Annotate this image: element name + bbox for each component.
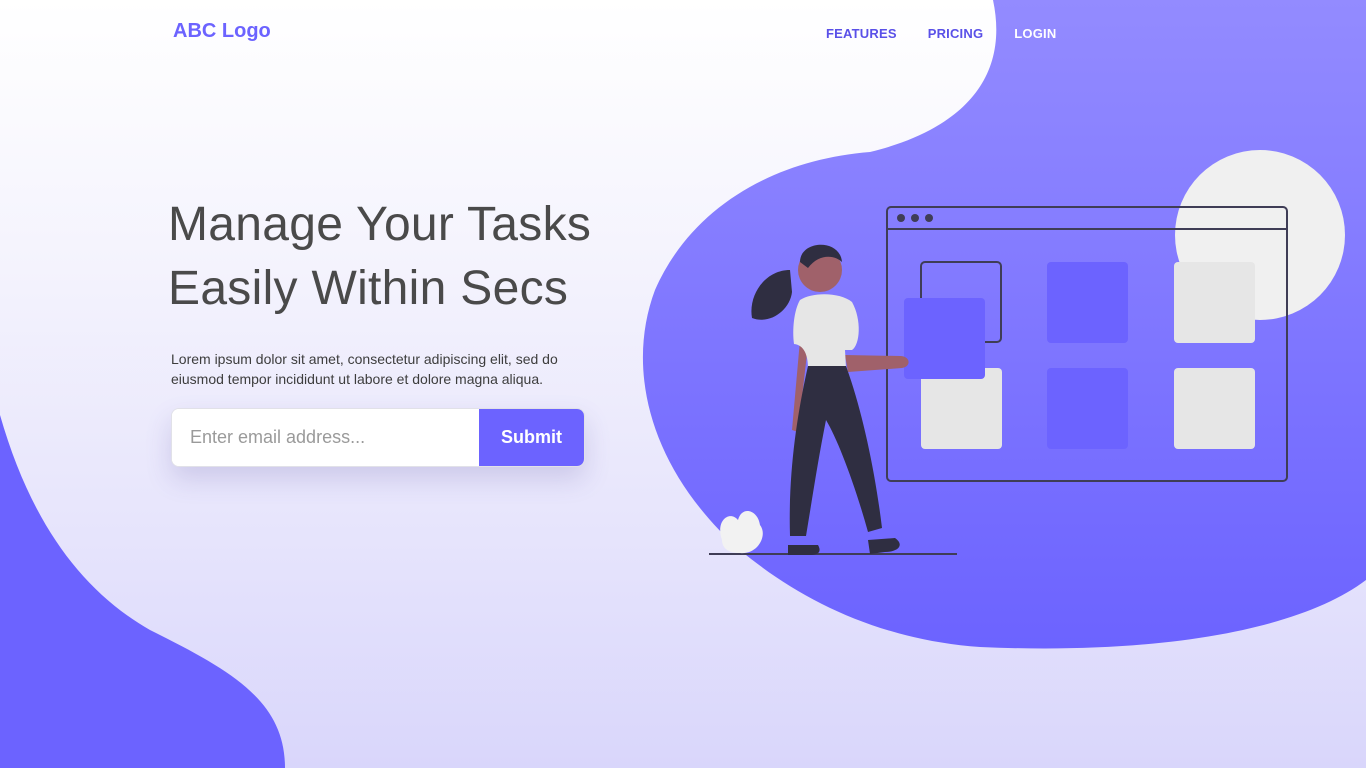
logo[interactable]: ABC Logo [173,20,271,43]
hero-headline-line2: Easily Within Secs [168,262,569,315]
person-icon [751,244,909,555]
plant-icon [720,510,763,554]
submit-button[interactable]: Submit [479,409,584,466]
tile [1047,368,1128,449]
hero-headline: Manage Your Tasks Easily Within Secs [168,193,688,321]
top-nav: FEATURES PRICING LOGIN [826,26,1087,41]
task-board-illustration [709,150,1345,555]
tile [1174,262,1255,343]
tile [1174,368,1255,449]
email-signup-form: Submit [171,408,585,467]
hero-headline-line1: Manage Your Tasks [168,198,592,251]
email-input[interactable] [172,409,479,466]
hero-description: Lorem ipsum dolor sit amet, consectetur … [171,351,558,387]
tile [1047,262,1128,343]
left-blob [0,415,285,768]
tile [921,368,1002,449]
nav-link-features[interactable]: FEATURES [826,26,897,41]
nav-link-login[interactable]: LOGIN [1014,26,1056,41]
held-tile [904,298,985,379]
nav-link-pricing[interactable]: PRICING [928,26,984,41]
